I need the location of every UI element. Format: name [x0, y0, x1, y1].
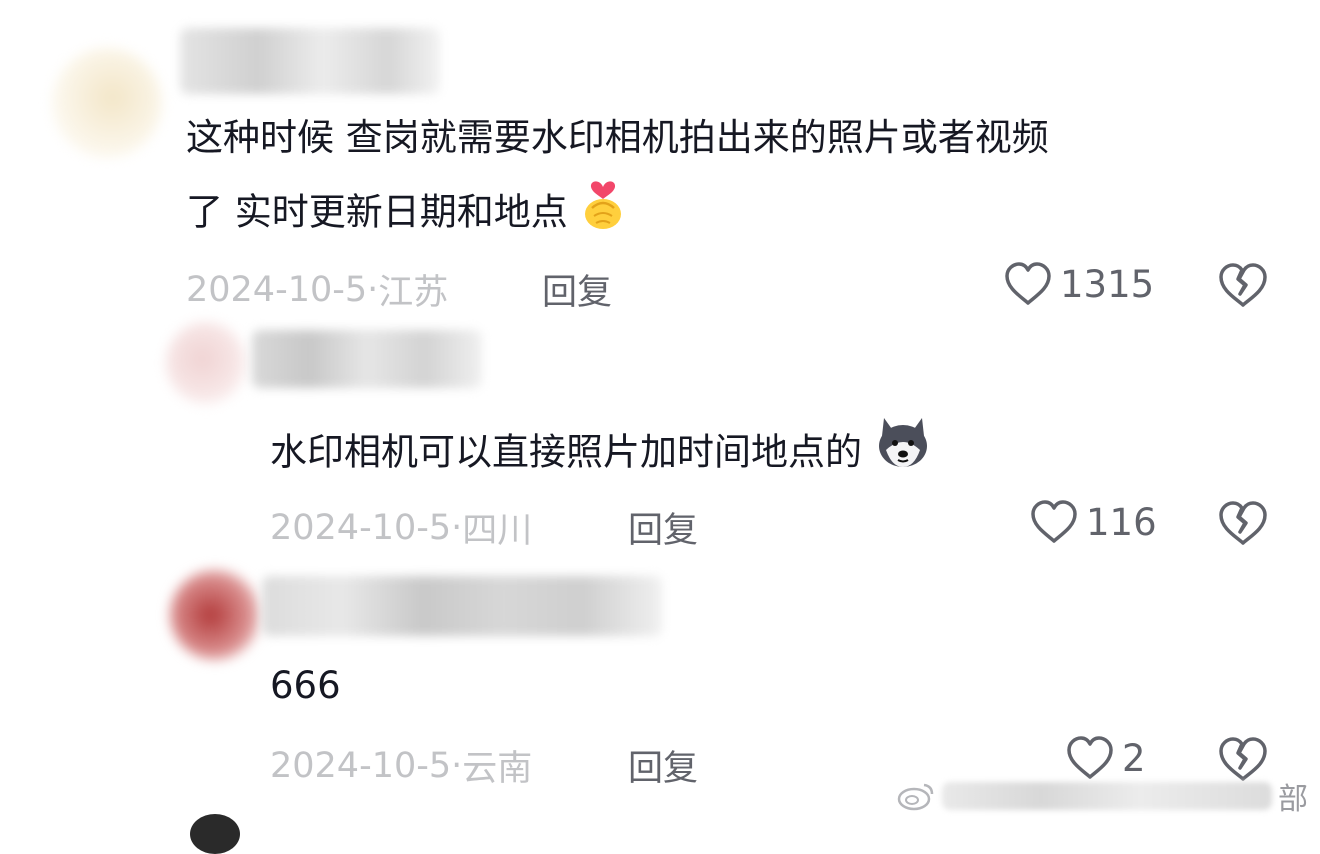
husky-dog-emoji-icon	[874, 414, 932, 494]
username-redacted	[252, 330, 482, 388]
watermark-handle-redacted	[942, 782, 1272, 810]
reply-button[interactable]: 回复	[628, 502, 698, 553]
comment-location: 江苏	[378, 273, 449, 313]
comment-meta: 2024-10-5· 江苏	[186, 264, 448, 315]
comment-meta: 2024-10-5· 云南	[270, 740, 532, 791]
finger-heart-emoji-icon	[580, 174, 626, 254]
like-button[interactable]: 1315	[1004, 262, 1154, 306]
next-comment-avatar[interactable]	[190, 814, 240, 854]
comment-location: 云南	[462, 749, 533, 789]
broken-heart-icon[interactable]	[1218, 500, 1268, 546]
like-count: 116	[1086, 500, 1157, 544]
comment-location: 四川	[462, 511, 533, 551]
comment-text: 这种时候 查岗就需要水印相机拍出来的照片或者视频 了 实时更新日期和地点	[186, 102, 1049, 254]
comment-line-1: 这种时候 查岗就需要水印相机拍出来的照片或者视频	[186, 116, 1049, 159]
comment-date: 2024-10-5·	[270, 745, 463, 786]
watermark-text: 部	[1278, 782, 1308, 817]
avatar[interactable]	[52, 48, 162, 158]
like-count: 1315	[1060, 262, 1155, 306]
heart-outline-icon	[1005, 262, 1051, 305]
comment-date: 2024-10-5·	[270, 507, 463, 548]
username-redacted	[262, 576, 662, 636]
avatar[interactable]	[170, 570, 260, 660]
weibo-watermark: 部	[896, 774, 1308, 818]
reply-button[interactable]: 回复	[542, 264, 612, 315]
reply-button[interactable]: 回复	[628, 740, 698, 791]
comment-line-2: 了 实时更新日期和地点	[186, 174, 1049, 254]
heart-outline-icon	[1031, 500, 1077, 543]
avatar[interactable]	[166, 322, 246, 404]
weibo-logo-icon	[897, 783, 934, 811]
comment-date: 2024-10-5·	[186, 269, 379, 310]
username-redacted	[180, 28, 440, 94]
broken-heart-icon[interactable]	[1218, 262, 1268, 308]
comment-text: 666	[270, 664, 341, 707]
comment-meta: 2024-10-5· 四川	[270, 502, 532, 553]
like-button[interactable]: 116	[1030, 500, 1157, 544]
comment-text: 水印相机可以直接照片加时间地点的	[270, 414, 932, 494]
